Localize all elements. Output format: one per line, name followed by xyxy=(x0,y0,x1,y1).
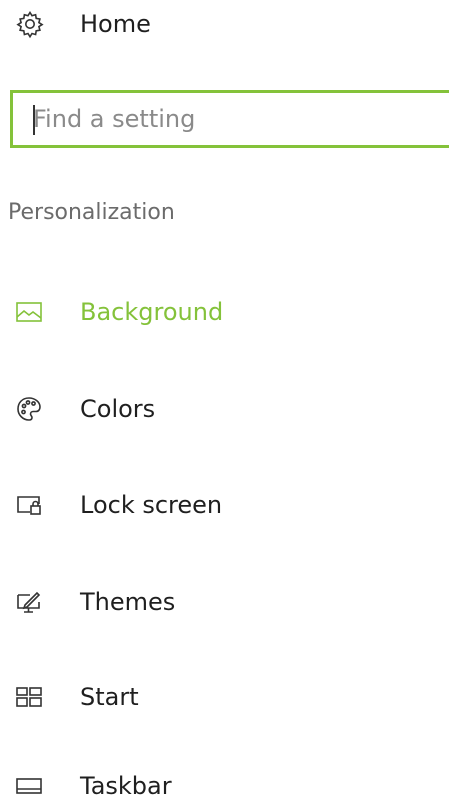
nav-item-label: Lock screen xyxy=(80,491,223,519)
palette-icon xyxy=(14,394,44,424)
home-link[interactable]: Home xyxy=(14,4,151,44)
nav-item-themes[interactable]: Themes xyxy=(14,580,175,624)
nav-item-label: Taskbar xyxy=(80,772,172,800)
taskbar-icon xyxy=(14,771,44,801)
nav-item-background[interactable]: Background xyxy=(14,290,223,334)
search-box[interactable] xyxy=(10,90,449,148)
lock-screen-icon xyxy=(14,490,44,520)
section-title: Personalization xyxy=(8,200,175,225)
nav-item-colors[interactable]: Colors xyxy=(14,387,155,431)
nav-item-label: Colors xyxy=(80,395,156,423)
gear-icon xyxy=(14,8,46,40)
nav-item-label: Themes xyxy=(80,588,176,616)
search-input[interactable] xyxy=(13,93,449,145)
start-tiles-icon xyxy=(14,682,44,712)
nav-item-label: Background xyxy=(80,298,224,326)
nav-item-label: Start xyxy=(80,683,139,711)
settings-nav-pane: Home Personalization Background xyxy=(0,0,449,808)
nav-item-lock-screen[interactable]: Lock screen xyxy=(14,483,222,527)
picture-icon xyxy=(14,297,44,327)
nav-item-start[interactable]: Start xyxy=(14,675,139,719)
text-caret xyxy=(33,105,35,135)
home-label: Home xyxy=(80,10,151,38)
nav-item-taskbar[interactable]: Taskbar xyxy=(14,764,172,808)
themes-icon xyxy=(14,587,44,617)
